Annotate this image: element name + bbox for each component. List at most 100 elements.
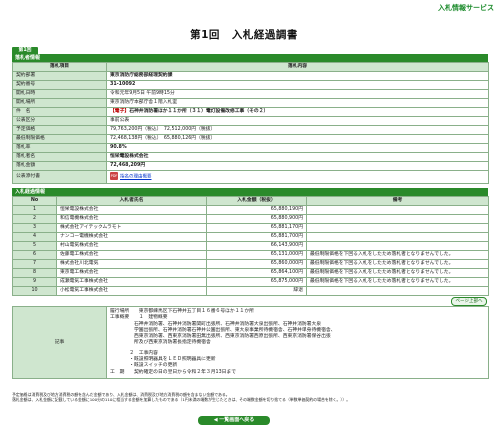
bidder-name: 株式会社川北電気 — [56, 259, 207, 269]
bid-amount: 65,860,000円 — [206, 259, 307, 269]
service-name: 入札情報サービス — [438, 4, 494, 12]
bid-no: 5 — [12, 241, 57, 251]
col-amount-header: 入札金額（税抜） — [206, 196, 307, 206]
bid-note — [306, 232, 489, 242]
bid-row: 3 株式会社アイテックムラモト 65,881,170円 — [12, 223, 489, 233]
row-label: 公表添付書 — [12, 170, 107, 184]
col-note-header: 備考 — [306, 196, 489, 206]
remarks-line: 工 期 契約確定の日の翌日から令和２年３月13日まで — [110, 369, 237, 375]
row-label: 契約部署 — [12, 71, 107, 81]
bid-row: 1 恒栄電設株式会社 65,880,190円 — [12, 205, 489, 215]
title-text: 入札経過調書 — [231, 29, 298, 41]
row-label: 落札率 — [12, 143, 107, 153]
bid-row: 7 株式会社川北電気 65,860,000円 最低制限価格を下回る入札をしたため落札者… — [12, 259, 489, 269]
bid-row: 6 佐藤電工株式会社 65,131,000円 最低制限価格を下回る入札をしたため落札者… — [12, 250, 489, 260]
row-value: 72,468,209円 — [106, 161, 489, 171]
back-to-list-button[interactable]: ◀ 一覧画面へ戻る — [198, 416, 270, 425]
bid-note: 最低制限価格を下回る入札をしたため落札者となりませんでした。 — [306, 268, 489, 278]
bid-no: 7 — [12, 259, 57, 269]
bid-note — [306, 214, 489, 224]
attachment-cell: PDF 指名の理由概要 — [106, 170, 489, 184]
bid-no: 2 — [12, 214, 57, 224]
row-value: 令和元年9月5日 午前9時15分 — [106, 89, 489, 99]
col-content-header: 落札内容 — [106, 62, 489, 72]
page-title: 第1回 入札経過調書 — [0, 27, 500, 42]
bid-note — [306, 205, 489, 215]
row-label: 予定価格 — [12, 125, 107, 135]
row-value: 72,468,138円（税込） 65,880,126円（税抜） — [106, 134, 489, 144]
attachment-link[interactable]: 指名の理由概要 — [120, 175, 152, 180]
bid-note: 最低制限価格を下回る入札をしたため落札者となりませんでした。 — [306, 250, 489, 260]
bid-amount: 65,880,900円 — [206, 214, 307, 224]
subject-text: 石神井消防署ほか１１か所（３１）電灯設備改修工事（その２） — [129, 109, 269, 115]
row-label: 件 名 — [12, 107, 107, 117]
bid-amount: 65,875,000円 — [206, 277, 307, 287]
bid-row: 9 成瀬電気工事株式会社 65,875,000円 最低制限価格を下回る入札をしたため落… — [12, 277, 489, 287]
bid-amount: 65,881,170円 — [206, 223, 307, 233]
bidder-name: 恒栄電設株式会社 — [56, 205, 207, 215]
row-label: 最低制限価格 — [12, 134, 107, 144]
bid-row: 10 小松電気工事株式会社 辞退 — [12, 286, 489, 296]
bid-row: 5 村山電気株式会社 66,143,900円 — [12, 241, 489, 251]
bidder-name: ナンコー電機株式会社 — [56, 232, 207, 242]
bid-note — [306, 223, 489, 233]
bid-row: 2 和信電機株式会社 65,880,900円 — [12, 214, 489, 224]
row-label: 落札者名 — [12, 152, 107, 162]
col-item-header: 落札項目 — [12, 62, 107, 72]
bid-amount: 辞退 — [206, 286, 307, 296]
row-label: 落札金額 — [12, 161, 107, 171]
col-name-header: 入札者氏名 — [56, 196, 207, 206]
bids-section-heading: 入札経過情報 — [12, 188, 488, 196]
bid-no: 9 — [12, 277, 57, 287]
bids-table: No 入札者氏名 入札金額（税抜） 備考 1 恒栄電設株式会社 65,880,190… — [12, 196, 489, 296]
back-button-label: 一覧画面へ戻る — [219, 417, 255, 423]
row-label: 開札日時 — [12, 89, 107, 99]
top-bar: 入札情報サービス — [0, 0, 500, 15]
bid-no: 3 — [12, 223, 57, 233]
bidder-name: 村山電気株式会社 — [56, 241, 207, 251]
bidder-name: 東京電工株式会社 — [56, 268, 207, 278]
row-value: 事前公表 — [106, 116, 489, 126]
bid-no: 8 — [12, 268, 57, 278]
bidder-name: 和信電機株式会社 — [56, 214, 207, 224]
footnotes: 予定価格は消費税及び地方消費税の額を含んだ金額であり、入札金額は、消費税及び地方… — [12, 392, 488, 402]
row-value: 31-10092 — [106, 80, 489, 90]
col-no-header: No — [12, 196, 57, 206]
bid-note: 最低制限価格を下回る入札をしたため落札者となりませんでした。 — [306, 277, 489, 287]
winner-section-heading: 落札者情報 — [12, 54, 488, 62]
bid-amount: 66,143,900円 — [206, 241, 307, 251]
bid-no: 1 — [12, 205, 57, 215]
bid-note — [306, 286, 489, 296]
bid-amount: 65,131,000円 — [206, 250, 307, 260]
bid-note — [306, 241, 489, 251]
bid-no: 4 — [12, 232, 57, 242]
bid-no: 6 — [12, 250, 57, 260]
page-top-button[interactable]: ページ上部へ — [451, 297, 487, 306]
bid-no: 10 — [12, 286, 57, 296]
bidder-name: 小松電気工事株式会社 — [56, 286, 207, 296]
row-value: 79,763,200円（税込） 72,512,000円（税抜） — [106, 125, 489, 135]
subject-cell: 【電子】石神井消防署ほか１１か所（３１）電灯設備改修工事（その２） — [106, 107, 489, 117]
remarks-content: 履行場所 東京都練馬区下石神井五丁目１６番６号ほか１１か所 工事概要 １ 建物概… — [106, 306, 489, 379]
bid-row: 4 ナンコー電機株式会社 65,881,700円 — [12, 232, 489, 242]
bidder-name: 成瀬電気工事株式会社 — [56, 277, 207, 287]
bid-amount: 65,881,700円 — [206, 232, 307, 242]
winner-table: 落札項目 落札内容 契約部署 東京消防庁総務部経理契約課 契約番号 31-10092… — [12, 62, 489, 184]
bid-amount: 65,880,190円 — [206, 205, 307, 215]
bid-row: 8 東京電工株式会社 65,864,100円 最低制限価格を下回る入札をしたため落札者… — [12, 268, 489, 278]
title-round: 第1回 — [190, 29, 220, 41]
footnote: 落札金額は、入札金額に記載している金額に100分の110に相当する金額を加算した… — [12, 397, 351, 403]
row-value: 90.8% — [106, 143, 489, 153]
pdf-icon: PDF — [110, 172, 118, 181]
electronic-badge: 【電子】 — [110, 109, 130, 115]
row-label: 開札場所 — [12, 98, 107, 108]
bidder-name: 佐藤電工株式会社 — [56, 250, 207, 260]
bid-amount: 65,864,100円 — [206, 268, 307, 278]
row-value: 東京消防庁本部庁舎１階入札室 — [106, 98, 489, 108]
row-value: 恒栄電設株式会社 — [106, 152, 489, 162]
round-tab[interactable]: 第1回 — [12, 47, 38, 54]
row-label: 契約番号 — [12, 80, 107, 90]
row-label: 公表区分 — [12, 116, 107, 126]
row-value: 東京消防庁総務部経理契約課 — [106, 71, 489, 81]
remarks-table: 記事 履行場所 東京都練馬区下石神井五丁目１６番６号ほか１１か所 工事概要 １ … — [12, 306, 489, 379]
